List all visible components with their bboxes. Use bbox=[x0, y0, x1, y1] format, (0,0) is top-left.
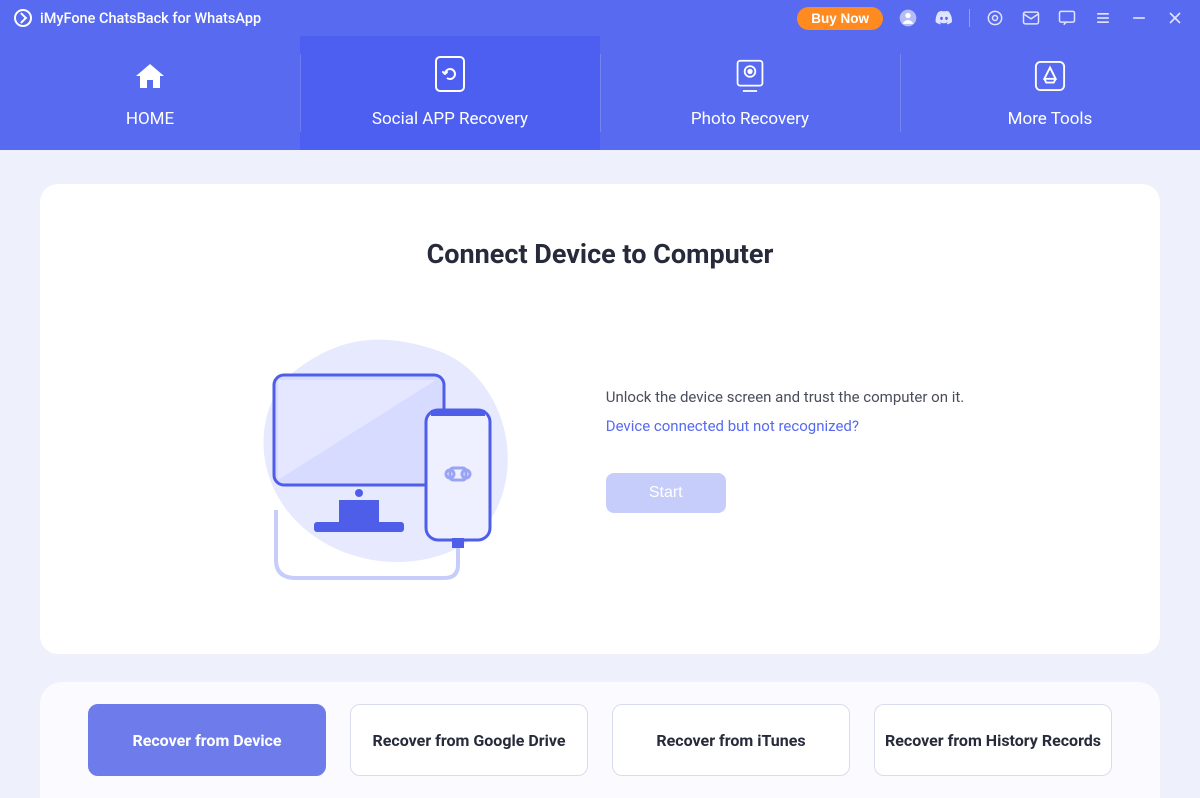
connect-illustration bbox=[236, 310, 536, 590]
photo-icon bbox=[734, 57, 766, 95]
nav-label: Social APP Recovery bbox=[372, 109, 528, 129]
feedback-icon[interactable] bbox=[1056, 7, 1078, 29]
buy-now-button[interactable]: Buy Now bbox=[797, 7, 883, 30]
top-nav: HOME Social APP Recovery Photo Recovery … bbox=[0, 36, 1200, 150]
nav-label: More Tools bbox=[1008, 109, 1093, 129]
tab-recover-from-google-drive[interactable]: Recover from Google Drive bbox=[350, 704, 588, 776]
tab-recover-from-device[interactable]: Recover from Device bbox=[88, 704, 326, 776]
nav-label: HOME bbox=[126, 109, 174, 129]
nav-more-tools[interactable]: More Tools bbox=[900, 36, 1200, 150]
connect-card: Connect Device to Computer bbox=[40, 184, 1160, 654]
nav-label: Photo Recovery bbox=[691, 109, 809, 129]
minimize-icon[interactable] bbox=[1128, 7, 1150, 29]
title-bar: iMyFone ChatsBack for WhatsApp Buy Now bbox=[0, 0, 1200, 36]
page-title: Connect Device to Computer bbox=[427, 238, 774, 270]
separator bbox=[969, 9, 970, 27]
instruction-text: Unlock the device screen and trust the c… bbox=[606, 388, 965, 406]
main-area: Connect Device to Computer bbox=[0, 150, 1200, 798]
mail-icon[interactable] bbox=[1020, 7, 1042, 29]
recovery-source-tabs: Recover from Device Recover from Google … bbox=[40, 682, 1160, 798]
help-link[interactable]: Device connected but not recognized? bbox=[606, 417, 859, 435]
menu-icon[interactable] bbox=[1092, 7, 1114, 29]
tab-recover-from-history-records[interactable]: Recover from History Records bbox=[874, 704, 1112, 776]
start-button[interactable]: Start bbox=[606, 473, 726, 513]
close-icon[interactable] bbox=[1164, 7, 1186, 29]
nav-home[interactable]: HOME bbox=[0, 36, 300, 150]
refresh-icon bbox=[434, 57, 466, 95]
discord-icon[interactable] bbox=[933, 7, 955, 29]
appstore-icon bbox=[1034, 57, 1066, 95]
app-title: iMyFone ChatsBack for WhatsApp bbox=[40, 10, 261, 27]
nav-photo-recovery[interactable]: Photo Recovery bbox=[600, 36, 900, 150]
app-logo-icon bbox=[14, 9, 32, 27]
tab-recover-from-itunes[interactable]: Recover from iTunes bbox=[612, 704, 850, 776]
account-icon[interactable] bbox=[897, 7, 919, 29]
target-icon[interactable] bbox=[984, 7, 1006, 29]
home-icon bbox=[134, 57, 166, 95]
nav-social-app-recovery[interactable]: Social APP Recovery bbox=[300, 36, 600, 150]
